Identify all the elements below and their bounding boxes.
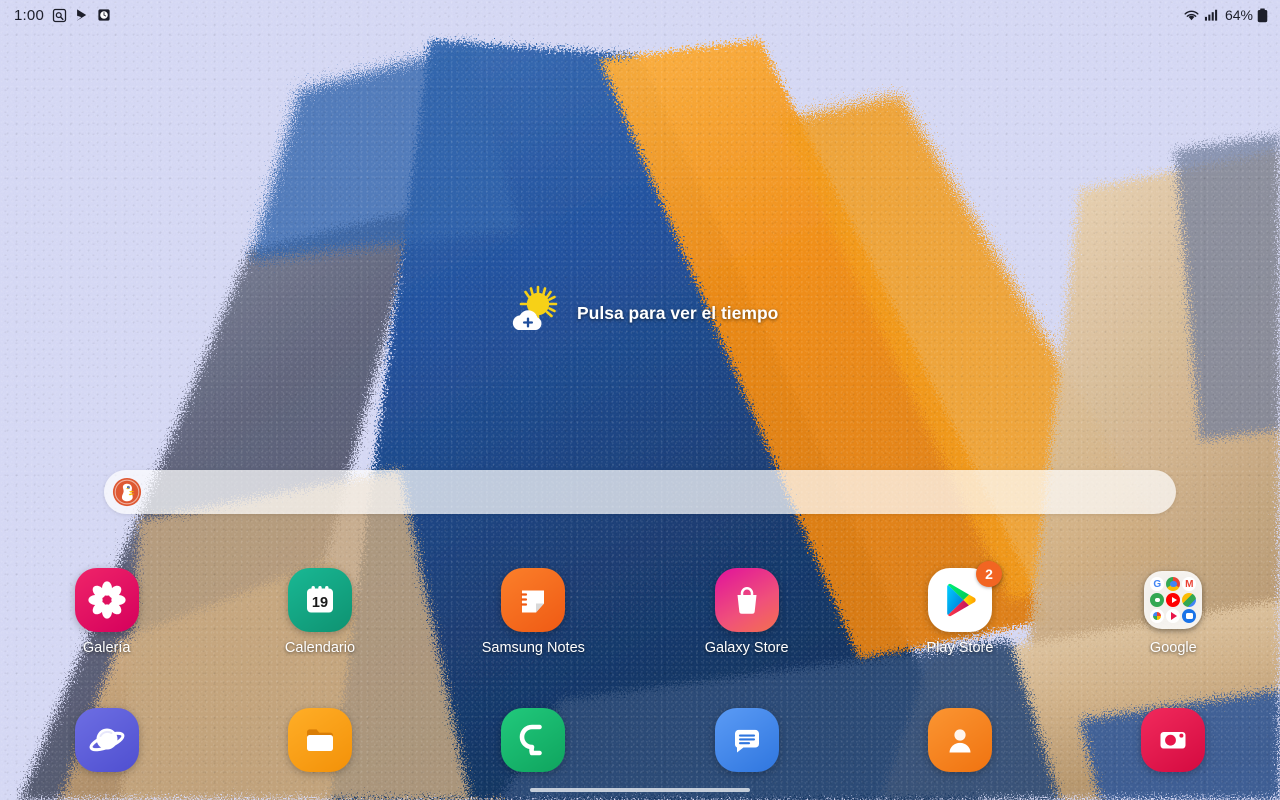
status-clock: 1:00: [14, 6, 44, 24]
tablet-home-screen: 1:00 64% Pulsa para ver el tiempo Galerí…: [0, 0, 1280, 800]
status-bar: 1:00 64%: [0, 0, 1280, 30]
signal-icon: [1204, 8, 1219, 22]
app-label: Google: [1149, 640, 1197, 656]
samsung-notes-icon[interactable]: [501, 568, 566, 632]
app-label: Play Store: [926, 640, 994, 656]
app-messages[interactable]: [640, 708, 853, 780]
phone-icon[interactable]: [501, 708, 566, 772]
galaxy-store-icon[interactable]: [714, 568, 779, 632]
calendar-icon[interactable]: 19: [287, 568, 352, 632]
google-folder-icon[interactable]: G M: [1141, 568, 1205, 632]
wallpaper-art: [0, 0, 1280, 800]
google-search-icon: G: [1150, 577, 1165, 591]
app-label: Samsung Notes: [481, 640, 585, 656]
folder-preview-grid: G M: [1144, 571, 1203, 629]
status-bar-right: 64%: [1183, 7, 1268, 23]
app-camera[interactable]: [1067, 708, 1280, 780]
photos-icon: [1150, 609, 1165, 623]
play-movies-icon: [1166, 609, 1181, 623]
battery-icon: [1257, 8, 1268, 23]
app-samsung-internet[interactable]: [0, 708, 213, 780]
youtube-icon: [1166, 593, 1181, 607]
app-calendario[interactable]: 19 Calendario: [213, 568, 426, 656]
app-my-files[interactable]: [213, 708, 426, 780]
contacts-icon[interactable]: [927, 708, 992, 772]
my-files-icon[interactable]: [287, 708, 352, 772]
search-input[interactable]: [142, 483, 1176, 501]
duckduckgo-icon[interactable]: [112, 477, 142, 507]
play-store-badge: 2: [975, 561, 1002, 587]
battery-percentage: 64%: [1224, 7, 1253, 23]
app-google-folder[interactable]: G M Google: [1067, 568, 1280, 656]
gmail-icon: M: [1182, 577, 1197, 591]
app-galaxy-store[interactable]: Galaxy Store: [640, 568, 853, 656]
app-galeria[interactable]: Galería: [0, 568, 213, 656]
play-store-icon[interactable]: 2: [927, 561, 1002, 632]
home-gesture-bar[interactable]: [530, 788, 750, 792]
app-play-store[interactable]: 2 Play Store: [853, 561, 1066, 656]
wifi-icon: [1183, 8, 1200, 23]
app-grid-row-1: Galería 19 Calendario Samsung Notes Gala…: [0, 561, 1280, 656]
drive-icon: [1182, 593, 1197, 607]
weather-widget[interactable]: Pulsa para ver el tiempo: [505, 284, 778, 343]
screenshot-icon: [52, 8, 67, 23]
play-store-notification-icon: [75, 8, 89, 22]
app-phone[interactable]: [427, 708, 640, 780]
maps-icon: [1150, 593, 1165, 607]
status-bar-left: 1:00: [14, 7, 111, 24]
search-bar[interactable]: [104, 470, 1176, 514]
weather-widget-label: Pulsa para ver el tiempo: [577, 303, 779, 323]
meet-icon: [1182, 609, 1197, 623]
samsung-internet-icon[interactable]: [74, 708, 139, 772]
app-label: Galaxy Store: [704, 640, 789, 656]
camera-icon[interactable]: [1141, 708, 1206, 772]
app-grid-row-2: [0, 708, 1280, 780]
clock-alarm-icon: [97, 8, 111, 22]
app-contacts[interactable]: [853, 708, 1066, 780]
sun-behind-cloud-icon: [505, 284, 563, 343]
app-samsung-notes[interactable]: Samsung Notes: [427, 568, 640, 656]
calendar-day-number: 19: [312, 595, 328, 611]
app-label: Calendario: [284, 640, 356, 656]
messages-icon[interactable]: [714, 708, 779, 772]
app-label: Galería: [82, 640, 131, 656]
chrome-icon: [1166, 577, 1181, 591]
gallery-icon[interactable]: [74, 568, 139, 632]
wallpaper: [0, 0, 1280, 800]
